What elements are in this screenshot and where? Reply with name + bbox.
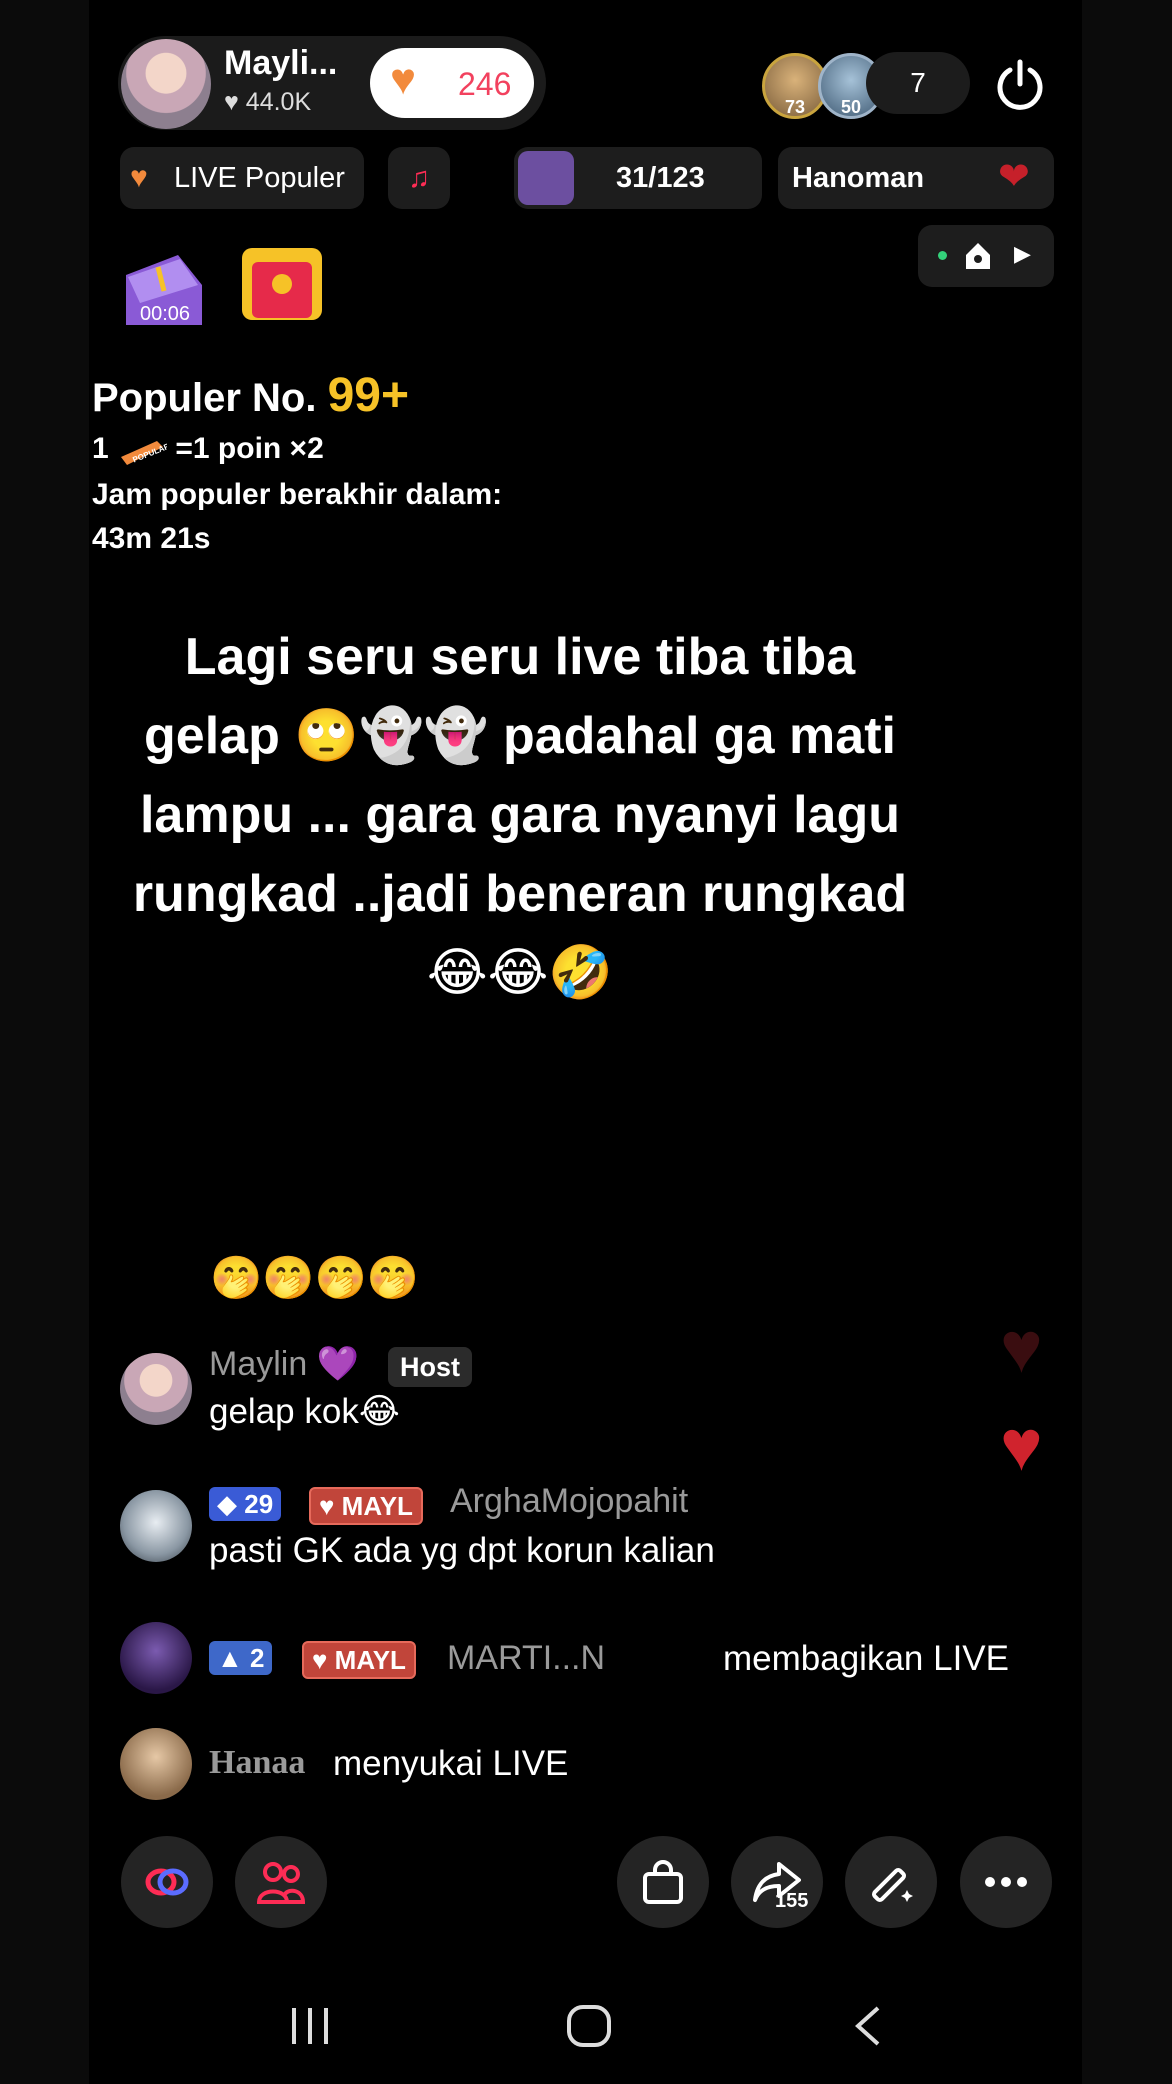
host-tag: Host bbox=[388, 1347, 472, 1387]
video-caption: Lagi seru seru live tiba tiba gelap 🙄👻👻 … bbox=[132, 628, 908, 1002]
rank-progress-chip[interactable]: 31/123 bbox=[514, 147, 762, 209]
more-button[interactable] bbox=[960, 1836, 1052, 1928]
music-icon[interactable]: ♫ bbox=[388, 147, 450, 209]
like-count: 246 bbox=[458, 66, 512, 102]
fanclub-badge: ♥ MAYL bbox=[309, 1487, 423, 1525]
chat-message: membagikan LIVE bbox=[723, 1639, 1009, 1678]
more-icon bbox=[985, 1877, 1027, 1887]
top-viewer-badge: 73 bbox=[784, 97, 806, 117]
shopping-bag-icon bbox=[643, 1860, 683, 1904]
chat-username[interactable]: MARTI...N bbox=[447, 1639, 605, 1678]
popular-points: 1 POPULAR =1 poin ×2 bbox=[92, 432, 324, 467]
host-name[interactable]: Mayli... bbox=[224, 44, 337, 83]
chat-avatar[interactable] bbox=[120, 1490, 192, 1562]
heart-icon: ♥ bbox=[312, 1645, 328, 1675]
fanclub-name: MAYL bbox=[341, 1491, 413, 1521]
fanclub-badge: ♥ MAYL bbox=[302, 1641, 416, 1679]
viewer-count[interactable]: 7 bbox=[866, 52, 970, 114]
chat-emoji-row: 🤭🤭🤭🤭 bbox=[210, 1254, 420, 1301]
chat-message: gelap kok😂 bbox=[209, 1392, 400, 1431]
people-icon bbox=[257, 1862, 305, 1904]
popular-points-suffix: =1 poin ×2 bbox=[175, 432, 324, 465]
shop-button[interactable] bbox=[617, 1836, 709, 1928]
recent-apps-icon[interactable] bbox=[288, 2004, 332, 2053]
floating-heart-icon: ♥ bbox=[1000, 1406, 1043, 1486]
guests-button[interactable] bbox=[235, 1836, 327, 1928]
chat-avatar[interactable] bbox=[120, 1353, 192, 1425]
popular-title-prefix: Populer No. bbox=[92, 376, 317, 420]
treasure-chest-icon[interactable] bbox=[236, 238, 328, 324]
chat-avatar[interactable] bbox=[120, 1728, 192, 1800]
popular-ends-label: Jam populer berakhir dalam: bbox=[92, 478, 503, 511]
host-likes: ♥ 44.0K bbox=[224, 88, 311, 117]
live-popular-label: LIVE Populer bbox=[174, 162, 345, 194]
link-icon bbox=[145, 1868, 189, 1896]
floating-heart-icon: ♥ bbox=[1000, 1308, 1043, 1388]
home-icon bbox=[962, 239, 994, 276]
popular-title: Populer No. 99+ bbox=[92, 368, 409, 423]
host-avatar[interactable] bbox=[121, 39, 211, 129]
mini-controls[interactable]: ▶ bbox=[918, 225, 1054, 287]
fanclub-name: MAYL bbox=[334, 1645, 406, 1675]
popular-token-icon: POPULAR bbox=[117, 433, 167, 467]
home-button-icon[interactable] bbox=[566, 2004, 612, 2053]
chat-username[interactable]: Maylin 💜 bbox=[209, 1344, 359, 1384]
chat-avatar[interactable] bbox=[120, 1622, 192, 1694]
heart-icon: ♥ bbox=[390, 55, 417, 104]
chat-message: pasti GK ada yg dpt korun kalian bbox=[209, 1531, 715, 1570]
rank-avatar bbox=[518, 151, 574, 205]
rank-progress-text: 31/123 bbox=[616, 162, 705, 194]
diamond-icon: ◆ bbox=[217, 1489, 237, 1519]
magic-wand-icon bbox=[871, 1867, 913, 1903]
level-number: 29 bbox=[244, 1489, 274, 1519]
level-badge: ▲ 2 bbox=[209, 1641, 273, 1675]
popular-points-prefix: 1 bbox=[92, 432, 109, 465]
heart-icon: ♥ bbox=[319, 1491, 335, 1521]
status-dot bbox=[938, 251, 947, 260]
chat-username[interactable]: Hanaa bbox=[209, 1744, 305, 1782]
power-icon[interactable] bbox=[994, 58, 1046, 110]
play-icon: ▶ bbox=[1014, 241, 1031, 266]
level-badge: ◆ 29 bbox=[209, 1487, 282, 1521]
ticker-text: Hanoman bbox=[792, 162, 925, 194]
live-popular-chip[interactable]: ♥ LIVE Populer bbox=[120, 147, 364, 209]
back-icon[interactable] bbox=[852, 2004, 882, 2053]
event-timer: 00:06 bbox=[140, 303, 191, 325]
chat-message: menyukai LIVE bbox=[333, 1744, 569, 1783]
share-count: 155 bbox=[775, 1890, 809, 1912]
host-likes-count: 44.0K bbox=[245, 88, 312, 116]
ticker-chip[interactable]: Hanoman ❤ bbox=[778, 147, 1054, 209]
effects-button[interactable] bbox=[845, 1836, 937, 1928]
heart-icon: ♥ bbox=[224, 88, 239, 116]
share-button[interactable]: 155 bbox=[731, 1836, 823, 1928]
heart-icon: ♥ bbox=[130, 161, 148, 194]
link-button[interactable] bbox=[121, 1836, 213, 1928]
popular-rank: 99+ bbox=[327, 369, 409, 422]
level-number: 2 bbox=[249, 1643, 265, 1673]
heart-icon: ❤ bbox=[998, 156, 1030, 198]
arrow-up-icon: ▲ bbox=[217, 1643, 243, 1673]
chat-username[interactable]: ArghaMojopahit bbox=[450, 1482, 688, 1521]
popular-countdown: 43m 21s bbox=[92, 522, 211, 555]
like-button[interactable]: ♥ 246 bbox=[370, 48, 534, 118]
